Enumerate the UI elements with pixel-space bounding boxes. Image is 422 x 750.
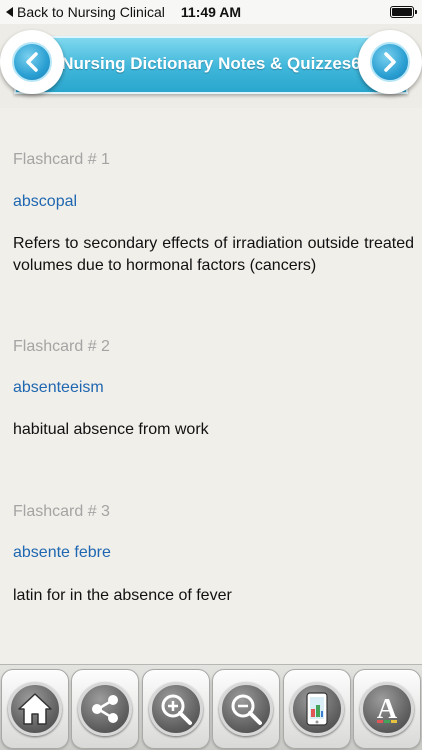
home-button[interactable] xyxy=(1,669,69,749)
flashcard-number: Flashcard # 2 xyxy=(13,338,110,355)
font-icon: A xyxy=(377,694,398,725)
flashcard-number: Flashcard # 1 xyxy=(13,151,110,168)
status-bar: Back to Nursing Clinical 11:49 AM xyxy=(0,0,422,24)
back-triangle-icon xyxy=(6,7,13,17)
back-label: Back to Nursing Clinical xyxy=(17,4,165,20)
zoom-out-icon xyxy=(231,694,263,725)
flashcard-number: Flashcard # 3 xyxy=(13,503,110,520)
apps-button[interactable] xyxy=(282,669,351,749)
tablet-icon xyxy=(305,692,328,726)
zoom-in-button[interactable] xyxy=(141,669,210,749)
battery-icon xyxy=(390,6,417,18)
flashcard-definition: Refers to secondary effects of irradiati… xyxy=(13,235,414,274)
nav-header: Nursing Dictionary Notes & Quizzes6 xyxy=(0,24,422,108)
home-icon xyxy=(18,693,52,725)
font-size-button[interactable]: A xyxy=(352,669,421,749)
flashcard-term[interactable]: absente febre xyxy=(13,544,111,562)
flashcard-definition: latin for in the absence of fever xyxy=(13,587,232,604)
next-button[interactable] xyxy=(358,30,422,94)
page-title: Nursing Dictionary Notes & Quizzes6 xyxy=(61,54,361,73)
zoom-in-icon xyxy=(161,694,192,725)
previous-button[interactable] xyxy=(0,30,64,94)
share-icon xyxy=(92,695,119,723)
zoom-out-button[interactable] xyxy=(212,669,281,749)
back-to-app-link[interactable]: Back to Nursing Clinical xyxy=(0,4,165,20)
flashcard-term[interactable]: abscopal xyxy=(13,193,77,211)
share-button[interactable] xyxy=(71,669,140,749)
flashcard-term[interactable]: absenteeism xyxy=(13,379,104,397)
chevron-left-icon xyxy=(26,52,38,72)
bottom-toolbar: A xyxy=(0,664,422,750)
chevron-right-icon xyxy=(384,52,396,72)
flashcard-definition: habitual absence from work xyxy=(13,421,209,438)
